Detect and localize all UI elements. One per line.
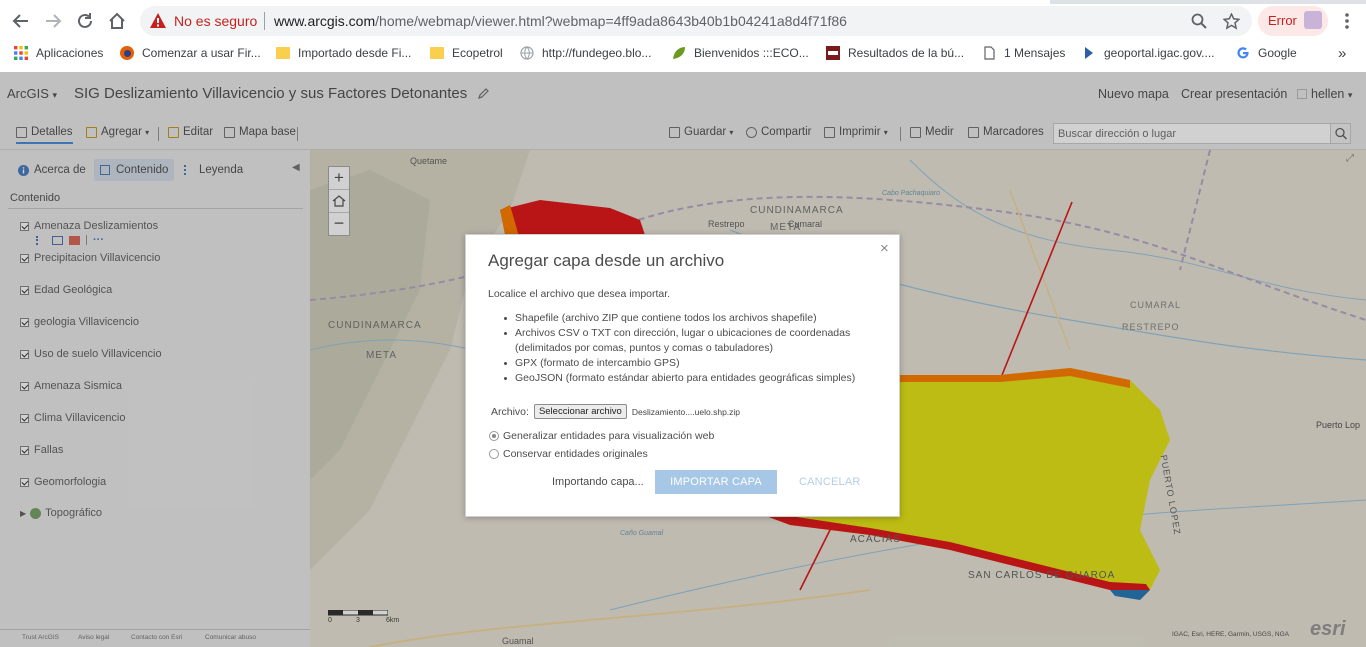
bookmark-eco[interactable]: Bienvenidos :::ECO... bbox=[672, 44, 809, 62]
profile-error-button[interactable]: Error bbox=[1258, 6, 1328, 36]
cancel-button[interactable]: CANCELAR bbox=[799, 476, 861, 488]
browser-chrome: No es seguro www.arcgis.com/home/webmap/… bbox=[0, 0, 1366, 72]
list-item: GPX (formato de intercambio GPS) bbox=[502, 356, 897, 371]
bookmark-folder-imported[interactable]: Importado desde Fi... bbox=[276, 44, 411, 62]
url-host: www.arcgis.com bbox=[274, 13, 376, 29]
bookmarks-bar: Aplicaciones Comenzar a usar Fir... Impo… bbox=[0, 40, 1366, 66]
firefox-icon bbox=[120, 46, 134, 60]
address-bar[interactable]: No es seguro www.arcgis.com/home/webmap/… bbox=[140, 6, 1252, 36]
folder-icon bbox=[276, 47, 290, 59]
folder-icon bbox=[430, 47, 444, 59]
bookmark-igac[interactable]: geoportal.igac.gov.... bbox=[1082, 44, 1215, 62]
bookmark-folder-ecopetrol[interactable]: Ecopetrol bbox=[430, 44, 503, 62]
list-item: Shapefile (archivo ZIP que contiene todo… bbox=[502, 311, 897, 326]
bookmarks-overflow-button[interactable]: » bbox=[1338, 44, 1346, 62]
kebab-menu-icon bbox=[1345, 13, 1349, 29]
home-button[interactable] bbox=[104, 8, 130, 34]
tab-strip bbox=[0, 0, 1366, 4]
list-item: GeoJSON (formato estándar abierto para e… bbox=[502, 371, 897, 386]
close-icon[interactable]: × bbox=[880, 240, 889, 257]
list-item: Archivos CSV o TXT con dirección, lugar … bbox=[502, 326, 897, 356]
igac-icon bbox=[1085, 47, 1093, 59]
choose-file-button[interactable]: Seleccionar archivo bbox=[533, 404, 627, 419]
reload-button[interactable] bbox=[72, 8, 98, 34]
chrome-menu-button[interactable] bbox=[1334, 8, 1360, 34]
dialog-intro: Localice el archivo que desea importar. bbox=[488, 288, 671, 300]
bookmark-firefox[interactable]: Comenzar a usar Fir... bbox=[120, 44, 261, 62]
url-path: /home/webmap/viewer.html?webmap=4ff9ada8… bbox=[375, 13, 847, 29]
import-status: Importando capa... bbox=[552, 476, 644, 488]
back-button[interactable] bbox=[8, 8, 34, 34]
bookmark-results[interactable]: Resultados de la bú... bbox=[826, 44, 964, 62]
error-label: Error bbox=[1268, 13, 1297, 28]
avatar bbox=[1304, 11, 1322, 29]
apps-grid-icon bbox=[14, 46, 28, 60]
add-layer-dialog: Agregar capa desde un archivo × Localice… bbox=[465, 234, 900, 517]
url-text[interactable]: www.arcgis.com/home/webmap/viewer.html?w… bbox=[274, 13, 847, 29]
google-icon bbox=[1237, 47, 1249, 59]
arrow-right-icon bbox=[46, 14, 62, 28]
arrow-left-icon bbox=[12, 14, 28, 28]
radio-button[interactable] bbox=[489, 449, 499, 459]
bookmark-star-button[interactable] bbox=[1218, 8, 1244, 34]
generalize-option[interactable]: Generalizar entidades para visualización… bbox=[489, 430, 714, 442]
selected-file-name: Deslizamiento....uelo.shp.zip bbox=[631, 406, 741, 417]
zoom-lens-button[interactable] bbox=[1186, 8, 1212, 34]
forward-button[interactable] bbox=[40, 8, 66, 34]
bookmark-apps[interactable]: Aplicaciones bbox=[14, 44, 103, 62]
home-icon bbox=[109, 12, 125, 29]
leaf-icon bbox=[673, 47, 685, 59]
file-row: Archivo: Seleccionar archivo Deslizamien… bbox=[491, 404, 740, 419]
supported-formats-list: Shapefile (archivo ZIP que contiene todo… bbox=[502, 311, 897, 386]
page-icon bbox=[984, 46, 995, 60]
globe-icon bbox=[520, 46, 534, 60]
security-status[interactable]: No es seguro bbox=[174, 13, 257, 29]
site-icon bbox=[826, 46, 840, 60]
bookmark-fundegeo[interactable]: http://fundegeo.blo... bbox=[520, 44, 651, 62]
dialog-title: Agregar capa desde un archivo bbox=[488, 251, 725, 270]
radio-button[interactable] bbox=[489, 431, 499, 441]
bookmark-google[interactable]: Google bbox=[1236, 44, 1297, 62]
import-layer-button[interactable]: IMPORTAR CAPA bbox=[655, 470, 777, 494]
reload-icon bbox=[78, 13, 92, 28]
file-label: Archivo: bbox=[491, 405, 529, 418]
warning-icon bbox=[150, 13, 166, 28]
keep-original-option[interactable]: Conservar entidades originales bbox=[489, 448, 648, 460]
bookmark-messages[interactable]: 1 Mensajes bbox=[982, 44, 1065, 62]
star-icon bbox=[1222, 12, 1240, 30]
magnifier-icon bbox=[1191, 13, 1207, 29]
